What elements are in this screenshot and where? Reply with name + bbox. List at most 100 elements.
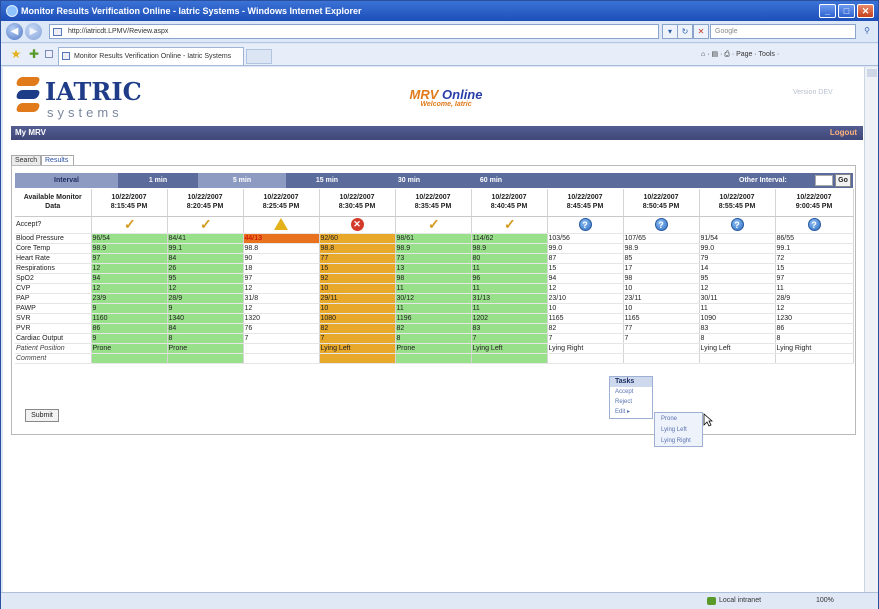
interval-15min[interactable]: 15 min <box>286 173 368 188</box>
data-cell[interactable]: 11 <box>395 283 472 294</box>
data-cell[interactable]: 86 <box>91 323 168 334</box>
add-favorites-icon[interactable]: ✚ <box>27 47 41 61</box>
data-cell[interactable]: 11 <box>471 263 548 274</box>
data-cell[interactable]: 98.9 <box>623 243 700 254</box>
search-icon[interactable]: ⚲ <box>859 24 875 39</box>
data-cell[interactable]: 12 <box>243 283 320 294</box>
data-cell[interactable]: 95 <box>699 273 776 284</box>
data-cell[interactable] <box>167 353 244 364</box>
new-tab-button[interactable] <box>246 49 272 64</box>
data-cell[interactable]: 80 <box>471 253 548 264</box>
data-cell[interactable]: 30/11 <box>699 293 776 304</box>
question-icon[interactable]: ? <box>730 218 744 231</box>
check-icon[interactable]: ✓ <box>200 217 212 231</box>
data-cell[interactable]: 10 <box>319 303 396 314</box>
data-cell[interactable]: 18 <box>243 263 320 274</box>
data-cell[interactable]: 10 <box>623 283 700 294</box>
data-cell[interactable]: 72 <box>775 253 854 264</box>
data-cell[interactable]: Lying Left <box>699 343 776 354</box>
data-cell[interactable]: 7 <box>623 333 700 344</box>
data-cell[interactable]: 14 <box>699 263 776 274</box>
zoom-label[interactable]: 100% <box>816 593 834 609</box>
data-cell[interactable]: 15 <box>547 263 624 274</box>
minimize-button[interactable]: _ <box>819 4 836 18</box>
accept-cell[interactable]: ? <box>699 216 776 234</box>
accept-cell[interactable]: ? <box>547 216 624 234</box>
data-cell[interactable]: 98.9 <box>395 243 472 254</box>
data-cell[interactable]: 7 <box>243 333 320 344</box>
data-cell[interactable]: 12 <box>243 303 320 314</box>
data-cell[interactable]: 23/9 <box>91 293 168 304</box>
data-cell[interactable] <box>471 353 548 364</box>
back-icon[interactable]: ◀ <box>6 23 23 40</box>
question-icon[interactable]: ? <box>578 218 592 231</box>
data-cell[interactable]: 8 <box>167 333 244 344</box>
data-cell[interactable]: 9 <box>167 303 244 314</box>
vertical-scrollbar[interactable] <box>864 67 878 592</box>
data-cell[interactable]: 83 <box>471 323 548 334</box>
data-cell[interactable]: 12 <box>91 283 168 294</box>
data-cell[interactable]: 15 <box>319 263 396 274</box>
data-cell[interactable]: 77 <box>623 323 700 334</box>
data-cell[interactable] <box>243 353 320 364</box>
submenu-item-prone[interactable]: Prone <box>655 414 702 424</box>
data-cell[interactable]: 92/60 <box>319 233 396 244</box>
data-cell[interactable]: Prone <box>395 343 472 354</box>
accept-cell[interactable]: ? <box>775 216 854 234</box>
data-cell[interactable]: 13 <box>395 263 472 274</box>
menu-item-accept[interactable]: Accept <box>610 387 652 397</box>
data-cell[interactable]: Lying Left <box>471 343 548 354</box>
data-cell[interactable]: 87 <box>547 253 624 264</box>
data-cell[interactable]: 28/9 <box>775 293 854 304</box>
data-cell[interactable] <box>319 353 396 364</box>
data-cell[interactable]: 98.8 <box>243 243 320 254</box>
data-cell[interactable]: Lying Right <box>775 343 854 354</box>
data-cell[interactable]: 90 <box>243 253 320 264</box>
data-cell[interactable]: 1165 <box>623 313 700 324</box>
data-cell[interactable]: 84 <box>167 253 244 264</box>
data-cell[interactable]: 82 <box>395 323 472 334</box>
data-cell[interactable]: 86/55 <box>775 233 854 244</box>
data-cell[interactable]: 97 <box>775 273 854 284</box>
favorites-star-icon[interactable]: ★ <box>9 47 23 61</box>
submenu-item-lying-right[interactable]: Lying Right <box>655 436 702 446</box>
tab-grid-icon[interactable] <box>45 50 53 58</box>
question-icon[interactable]: ? <box>654 218 668 231</box>
interval-30min[interactable]: 30 min <box>368 173 450 188</box>
data-cell[interactable]: 98 <box>395 273 472 284</box>
check-icon[interactable]: ✓ <box>504 217 516 231</box>
accept-cell[interactable]: ? <box>623 216 700 234</box>
data-cell[interactable]: 1165 <box>547 313 624 324</box>
close-button[interactable]: ✕ <box>857 4 874 18</box>
question-icon[interactable]: ? <box>807 218 821 231</box>
stop-icon[interactable]: ✕ <box>693 24 709 39</box>
data-cell[interactable]: 23/10 <box>547 293 624 304</box>
data-cell[interactable]: 98 <box>623 273 700 284</box>
data-cell[interactable]: 82 <box>547 323 624 334</box>
data-cell[interactable]: 10 <box>319 283 396 294</box>
go-button[interactable]: Go <box>835 174 851 187</box>
data-cell[interactable] <box>699 353 776 364</box>
data-cell[interactable]: 1080 <box>319 313 396 324</box>
data-cell[interactable] <box>775 353 854 364</box>
data-cell[interactable]: 12 <box>699 283 776 294</box>
data-cell[interactable]: 26 <box>167 263 244 274</box>
data-cell[interactable]: 17 <box>623 263 700 274</box>
data-cell[interactable]: 8 <box>699 333 776 344</box>
logout-link[interactable]: Logout <box>830 126 857 140</box>
data-cell[interactable]: 1320 <box>243 313 320 324</box>
data-cell[interactable]: 30/12 <box>395 293 472 304</box>
data-cell[interactable]: 94 <box>91 273 168 284</box>
data-cell[interactable]: 9 <box>91 333 168 344</box>
data-cell[interactable]: 86 <box>775 323 854 334</box>
data-cell[interactable]: 12 <box>167 283 244 294</box>
data-cell[interactable]: Lying Right <box>547 343 624 354</box>
data-cell[interactable]: 11 <box>699 303 776 314</box>
data-cell[interactable]: 76 <box>243 323 320 334</box>
data-cell[interactable]: 84 <box>167 323 244 334</box>
data-cell[interactable]: 10 <box>547 303 624 314</box>
menu-item-edit[interactable]: Edit ▸ <box>610 407 652 417</box>
data-cell[interactable]: 12 <box>547 283 624 294</box>
data-cell[interactable]: 29/11 <box>319 293 396 304</box>
data-cell[interactable]: 1230 <box>775 313 854 324</box>
